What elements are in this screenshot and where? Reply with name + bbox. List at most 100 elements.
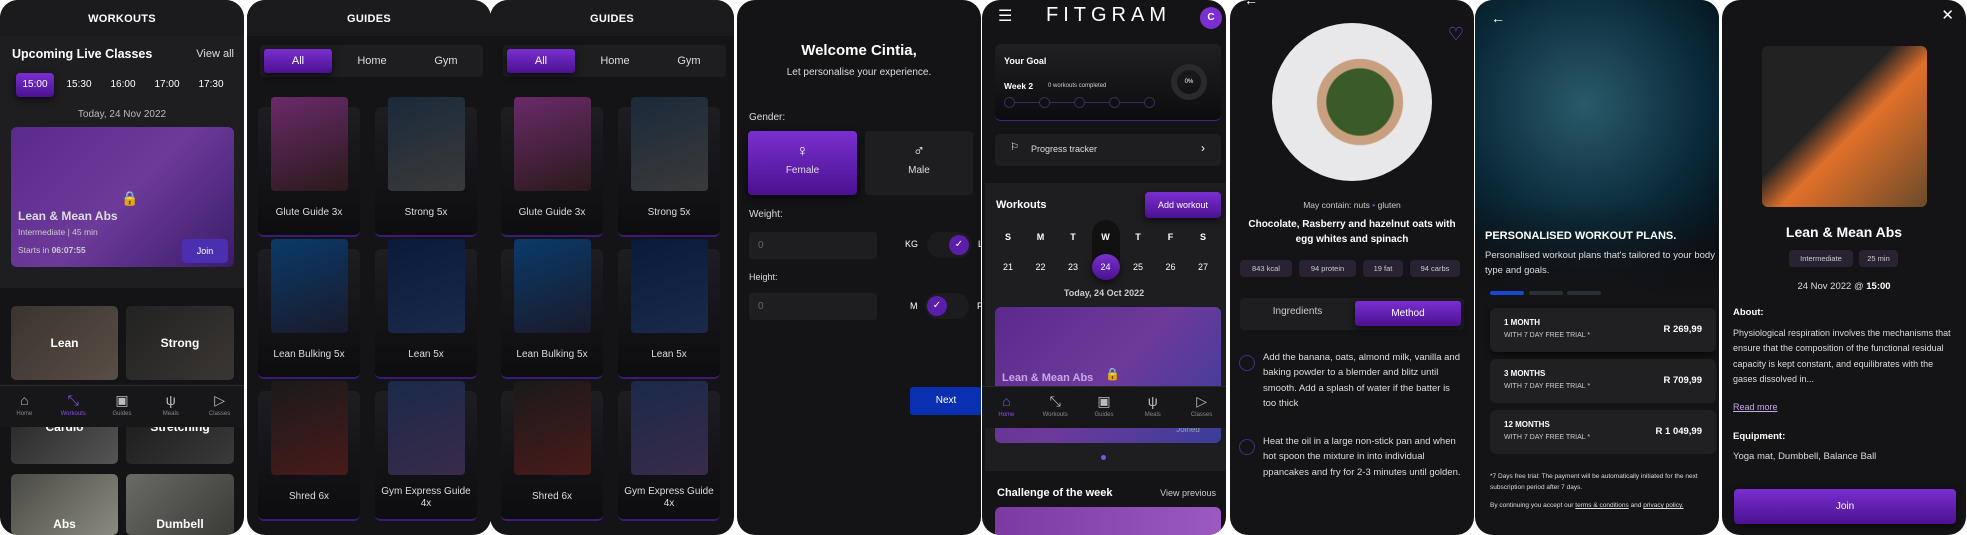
calendar-date[interactable]: 25: [1124, 254, 1152, 280]
nav-item-classes[interactable]: ▷ Classes: [195, 386, 244, 427]
starts-label: Starts in: [18, 245, 50, 255]
weekday-label: T: [1135, 232, 1141, 242]
calendar-date[interactable]: 23: [1059, 254, 1087, 280]
guide-card[interactable]: Glute Guide 3x: [258, 97, 360, 237]
weight-input[interactable]: 0: [749, 232, 877, 259]
guide-card[interactable]: Shred 6x: [501, 381, 603, 521]
calendar-date[interactable]: 22: [1027, 254, 1055, 280]
plan-title: 3 MONTHS: [1504, 369, 1546, 378]
height-input[interactable]: 0: [749, 293, 877, 320]
nav-label: Workouts: [60, 411, 86, 417]
guide-card[interactable]: Lean Bulking 5x: [501, 239, 603, 379]
guide-label: Strong 5x: [647, 207, 691, 218]
category-strong[interactable]: Strong: [126, 306, 234, 380]
guide-image: [388, 239, 465, 333]
male-option[interactable]: ♂ Male: [865, 131, 973, 195]
time-option[interactable]: 17:00: [148, 73, 186, 97]
terms-link[interactable]: terms & conditions: [1575, 502, 1628, 509]
tab-gym[interactable]: Gym: [412, 49, 480, 73]
view-previous-link[interactable]: View previous: [1160, 488, 1216, 498]
view-all-link[interactable]: View all: [196, 48, 234, 60]
guide-card[interactable]: Strong 5x: [618, 97, 720, 237]
category-dumbell[interactable]: Dumbell: [126, 474, 234, 535]
guide-card[interactable]: Gym Express Guide 4x: [375, 381, 477, 521]
tab-ingredients[interactable]: Ingredients: [1250, 306, 1345, 317]
nav-item-home[interactable]: ⌂ Home: [0, 386, 49, 427]
join-button[interactable]: Join: [1734, 489, 1956, 524]
home-icon: ⌂: [1002, 393, 1011, 409]
plan-option[interactable]: 1 MONTH WITH 7 DAY FREE TRIAL * R 269,99: [1490, 308, 1716, 352]
clipboard-icon: ▣: [115, 392, 129, 408]
chevron-right-icon: ›: [1201, 141, 1205, 155]
plan-price: R 269,99: [1663, 324, 1702, 335]
nav-item-meals[interactable]: ψ Meals: [1128, 387, 1177, 428]
time-option[interactable]: 16:00: [104, 73, 142, 97]
privacy-link[interactable]: privacy policy.: [1643, 502, 1683, 509]
nav-item-classes[interactable]: ▷ Classes: [1177, 387, 1226, 428]
goal-card: Your Goal Week 2 0 workouts completed 0%: [995, 44, 1221, 121]
tab-home[interactable]: Home: [581, 49, 649, 73]
nav-item-workouts[interactable]: ⤡ Workouts: [1031, 387, 1080, 428]
gender-label: Gender:: [749, 112, 786, 123]
nav-item-guides[interactable]: ▣ Guides: [98, 386, 147, 427]
read-more-link[interactable]: Read more: [1733, 402, 1778, 412]
tab-all[interactable]: All: [507, 49, 575, 73]
progress-tracker-button[interactable]: ⚐ Progress tracker ›: [995, 134, 1221, 166]
live-class-card[interactable]: 🔒 Lean & Mean Abs Intermediate | 45 min …: [11, 127, 234, 267]
weight-unit-toggle[interactable]: ✓: [927, 232, 971, 258]
female-label: Female: [785, 165, 820, 176]
close-icon[interactable]: ✕: [1941, 6, 1954, 24]
clipboard-icon: ▣: [1097, 393, 1111, 409]
time-option[interactable]: 15:00: [16, 73, 54, 97]
calendar-date[interactable]: 21: [994, 254, 1022, 280]
tab-method[interactable]: Method: [1355, 301, 1461, 326]
nav-item-home[interactable]: ⌂ Home: [982, 387, 1031, 428]
category-abs[interactable]: Abs: [11, 474, 118, 535]
nutrition-chip: 19 fat: [1363, 260, 1403, 277]
calendar-date[interactable]: 24: [1091, 254, 1120, 280]
guide-card[interactable]: Strong 5x: [375, 97, 477, 237]
tab-gym[interactable]: Gym: [655, 49, 723, 73]
screen-title: GUIDES: [247, 0, 491, 36]
plan-option[interactable]: 12 MONTHS WITH 7 DAY FREE TRIAL * R 1 049,…: [1490, 410, 1716, 454]
unit-ft: FT: [977, 301, 981, 311]
step-checkbox[interactable]: [1239, 439, 1255, 455]
heart-icon[interactable]: ♡: [1448, 24, 1464, 45]
allergen: gluten: [1377, 200, 1401, 210]
female-option[interactable]: ♀ Female: [748, 131, 857, 195]
next-button[interactable]: Next: [910, 387, 981, 415]
avatar[interactable]: C: [1200, 7, 1222, 29]
back-arrow-icon[interactable]: ←: [1491, 10, 1505, 26]
nutrition-chip: 843 kcal: [1240, 260, 1292, 277]
guide-card[interactable]: Glute Guide 3x: [501, 97, 603, 237]
nav-item-meals[interactable]: ψ Meals: [146, 386, 195, 427]
height-unit-toggle[interactable]: ✓: [925, 293, 969, 319]
time-option[interactable]: 17:30: [192, 73, 230, 97]
nav-label: Meals: [1144, 412, 1161, 418]
back-arrow-icon[interactable]: ←: [1244, 0, 1258, 8]
tab-all[interactable]: All: [264, 49, 332, 73]
nav-item-workouts[interactable]: ⤡ Workouts: [49, 386, 98, 427]
guide-image: [388, 381, 465, 475]
nav-label: Workouts: [1042, 412, 1068, 418]
plan-option[interactable]: 3 MONTHS WITH 7 DAY FREE TRIAL * R 709,99: [1490, 359, 1716, 403]
time-option[interactable]: 15:30: [60, 73, 98, 97]
guides-screen: GUIDES All Home Gym Glute Guide 3x Strong 5x L…: [490, 0, 734, 535]
guide-card[interactable]: Lean 5x: [375, 239, 477, 379]
guide-card[interactable]: Shred 6x: [258, 381, 360, 521]
guide-label: Lean Bulking 5x: [516, 349, 588, 360]
guide-label: Strong 5x: [404, 207, 448, 218]
step-checkbox[interactable]: [1239, 355, 1255, 371]
guide-card[interactable]: Lean 5x: [618, 239, 720, 379]
category-lean[interactable]: Lean: [11, 306, 118, 380]
menu-icon[interactable]: ☰: [998, 6, 1012, 26]
join-button[interactable]: Join: [182, 239, 228, 263]
guide-card[interactable]: Lean Bulking 5x: [258, 239, 360, 379]
add-workout-button[interactable]: Add workout: [1145, 192, 1221, 218]
tab-home[interactable]: Home: [338, 49, 406, 73]
guide-card[interactable]: Gym Express Guide 4x: [618, 381, 720, 521]
calendar-date[interactable]: 27: [1189, 254, 1217, 280]
calendar-date[interactable]: 26: [1157, 254, 1185, 280]
challenge-card[interactable]: [995, 507, 1221, 535]
nav-item-guides[interactable]: ▣ Guides: [1080, 387, 1129, 428]
